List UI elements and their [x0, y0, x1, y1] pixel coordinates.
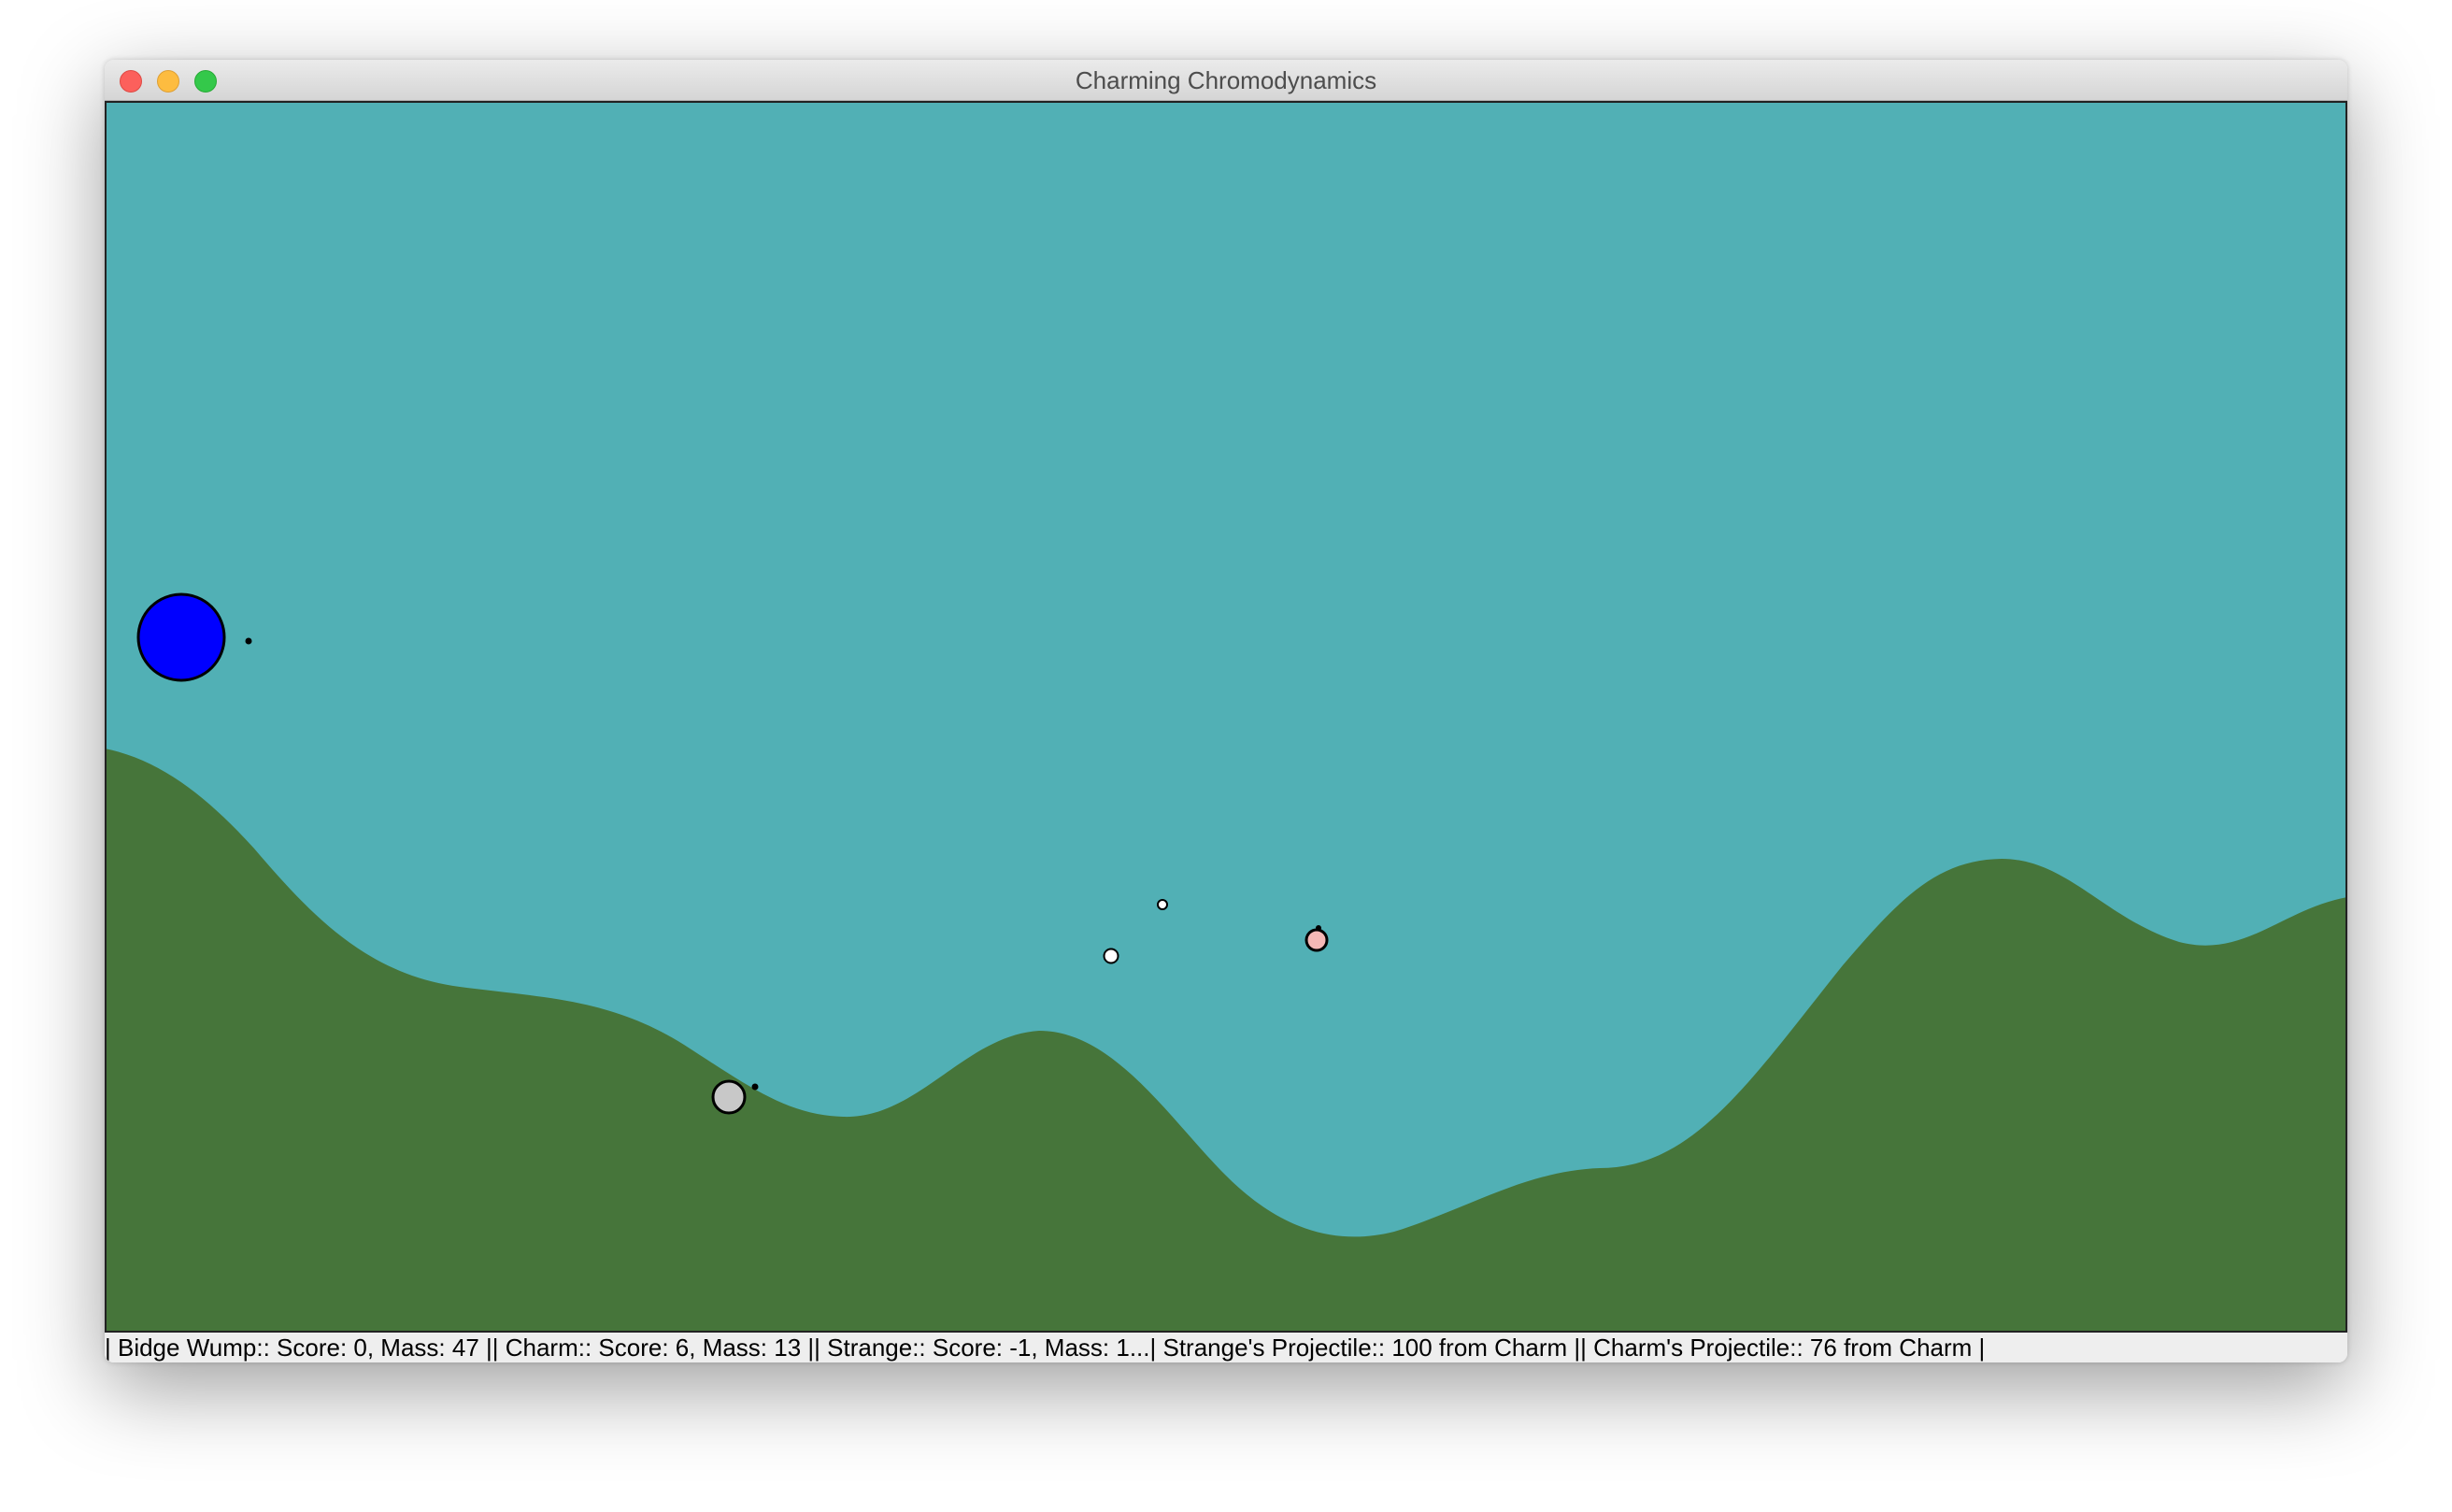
strange-aim-dot: [1316, 925, 1321, 931]
bidge-wump-ball: [136, 592, 226, 682]
strange-projectile: [1103, 948, 1119, 964]
charm-projectile: [1157, 899, 1168, 910]
game-canvas[interactable]: [105, 101, 2347, 1333]
bidge-wump-aim-dot: [245, 637, 252, 645]
strange-ball: [1304, 928, 1329, 952]
status-text: | Bidge Wump:: Score: 0, Mass: 47 || Cha…: [105, 1334, 1986, 1362]
app-window: Charming Chromodynamics | Bidge Wump:: S…: [105, 60, 2347, 1362]
title-bar[interactable]: Charming Chromodynamics: [105, 60, 2347, 101]
window-title: Charming Chromodynamics: [1075, 66, 1377, 94]
charm-ball: [711, 1079, 747, 1115]
charm-aim-dot: [751, 1083, 759, 1091]
status-bar: | Bidge Wump:: Score: 0, Mass: 47 || Cha…: [105, 1333, 2347, 1362]
